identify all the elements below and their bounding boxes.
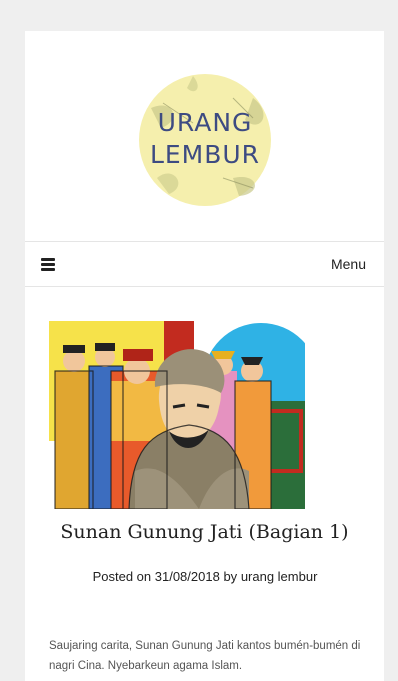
hamburger-icon[interactable] [41,258,55,271]
site-header: URANG LEMBUR [25,31,384,241]
sunan-gunung-jati-illustration [49,321,305,509]
logo-text-line2: LEMBUR [149,140,261,169]
menu-toggle[interactable]: Menu [331,256,366,272]
author-link[interactable]: urang lembur [241,569,318,584]
logo-text-line1: URANG [157,108,253,137]
post-meta: Posted on 31/08/2018 by urang lembur [85,566,325,588]
navigation-bar: Menu [25,241,384,287]
content-card: URANG LEMBUR Menu Sunan Gunung Jati (Bag… [25,31,384,681]
site-logo[interactable]: URANG LEMBUR [133,68,277,212]
posted-on-label: Posted on [92,569,152,584]
post-date-link[interactable]: 31/08/2018 [155,569,220,584]
by-label: by [223,569,238,584]
post-title[interactable]: Sunan Gunung Jati (Bagian 1) [25,521,384,543]
featured-image[interactable] [49,321,305,509]
post-excerpt: Saujaring carita, Sunan Gunung Jati kant… [49,640,361,672]
